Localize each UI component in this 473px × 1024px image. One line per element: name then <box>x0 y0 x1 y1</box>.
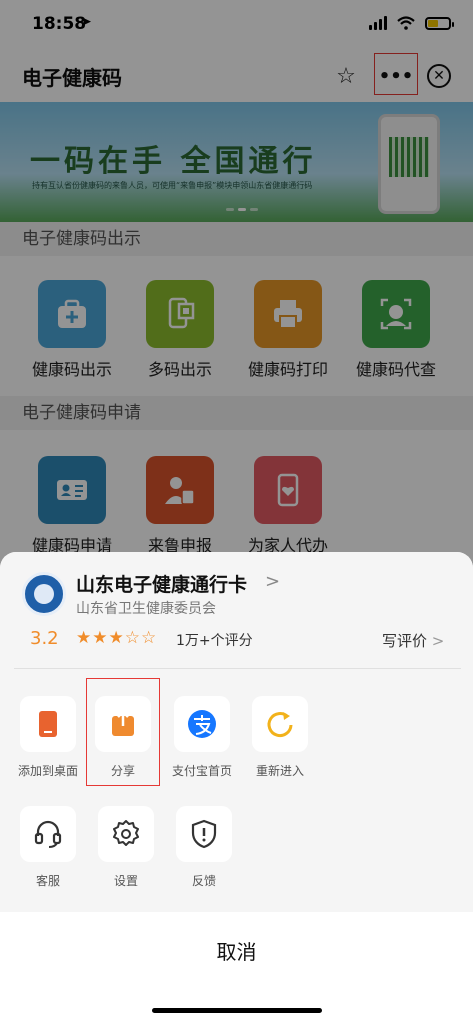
action-label: 设置 <box>113 874 138 888</box>
write-review-link[interactable]: 写评价 > <box>382 630 444 651</box>
action-label: 支付宝首页 <box>171 764 232 778</box>
app-organization: 山东省卫生健康委员会 <box>76 601 216 617</box>
action-label: 反馈 <box>191 874 216 888</box>
action-label: 添加到桌面 <box>17 764 78 778</box>
home-indicator[interactable] <box>152 1008 322 1013</box>
cancel-label: 取消 <box>216 940 257 964</box>
share-highlight-box <box>86 678 160 786</box>
write-review-label: 写评价 <box>382 632 428 650</box>
chevron-right-icon: > <box>431 632 445 650</box>
add-to-desktop-icon <box>20 696 76 752</box>
settings-button[interactable]: 设置 <box>87 806 165 889</box>
headset-icon <box>20 806 76 862</box>
add-to-desktop-button[interactable]: 添加到桌面 <box>9 696 87 779</box>
gear-icon <box>98 806 154 862</box>
app-logo <box>22 572 66 616</box>
alipay-home-button[interactable]: 支付宝首页 <box>163 696 241 779</box>
reenter-button[interactable]: 重新进入 <box>241 696 319 779</box>
rating-stars: ★★★☆☆ <box>76 628 158 648</box>
refresh-icon <box>252 696 308 752</box>
rating-score: 3.2 <box>30 628 59 649</box>
feedback-button[interactable]: 反馈 <box>165 806 243 889</box>
customer-service-button[interactable]: 客服 <box>9 806 87 889</box>
action-label: 客服 <box>35 874 60 888</box>
app-name: 山东电子健康通行卡 <box>76 574 248 596</box>
action-label: 重新进入 <box>255 764 304 778</box>
chevron-right-icon: > <box>265 571 281 592</box>
feedback-shield-icon <box>176 806 232 862</box>
rating-count: 1万+个评分 <box>176 633 253 649</box>
divider <box>14 668 461 669</box>
alipay-icon <box>174 696 230 752</box>
action-sheet: 山东电子健康通行卡 > 山东省卫生健康委员会 3.2 ★★★☆☆ 1万+个评分 … <box>0 552 473 1024</box>
